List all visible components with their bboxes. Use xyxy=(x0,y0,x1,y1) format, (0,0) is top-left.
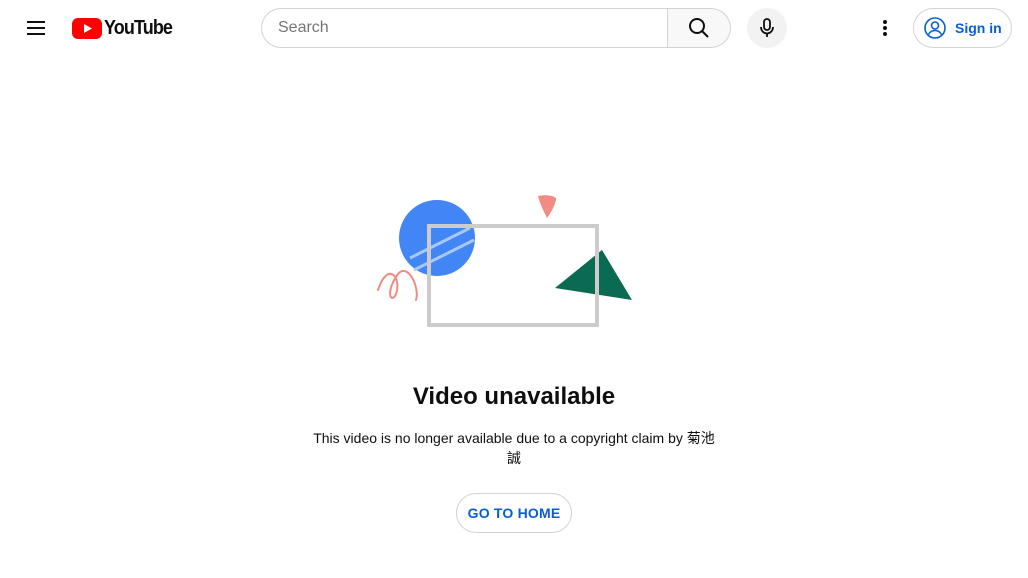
microphone-icon xyxy=(760,18,774,37)
logo-wordmark: YouTube xyxy=(104,17,173,39)
search-box[interactable] xyxy=(261,8,668,48)
error-message: This video is no longer available due to… xyxy=(313,430,715,466)
search-button[interactable] xyxy=(667,8,731,48)
sign-in-button[interactable]: Sign in xyxy=(913,8,1012,48)
account-circle-icon xyxy=(924,17,946,39)
settings-more-button[interactable] xyxy=(865,8,905,48)
voice-search-button[interactable] xyxy=(747,8,787,48)
pink-squiggle xyxy=(377,270,418,301)
youtube-home-logo[interactable]: YouTube xyxy=(72,16,180,40)
search-input[interactable] xyxy=(278,19,668,37)
unavailable-illustration xyxy=(377,195,632,327)
error-title: Video unavailable xyxy=(412,383,616,410)
sign-in-label: Sign in xyxy=(955,20,1002,36)
blue-circle xyxy=(399,200,475,276)
green-triangle xyxy=(555,250,632,300)
guide-menu-button[interactable] xyxy=(16,8,56,48)
search-icon xyxy=(689,18,709,38)
pink-drop xyxy=(538,195,557,218)
go-to-home-button[interactable]: GO TO HOME xyxy=(456,493,572,533)
youtube-logo-icon xyxy=(72,17,102,39)
more-vert-icon xyxy=(883,20,887,36)
menu-icon xyxy=(27,21,45,35)
masthead: YouTube Sign in xyxy=(0,0,1028,56)
